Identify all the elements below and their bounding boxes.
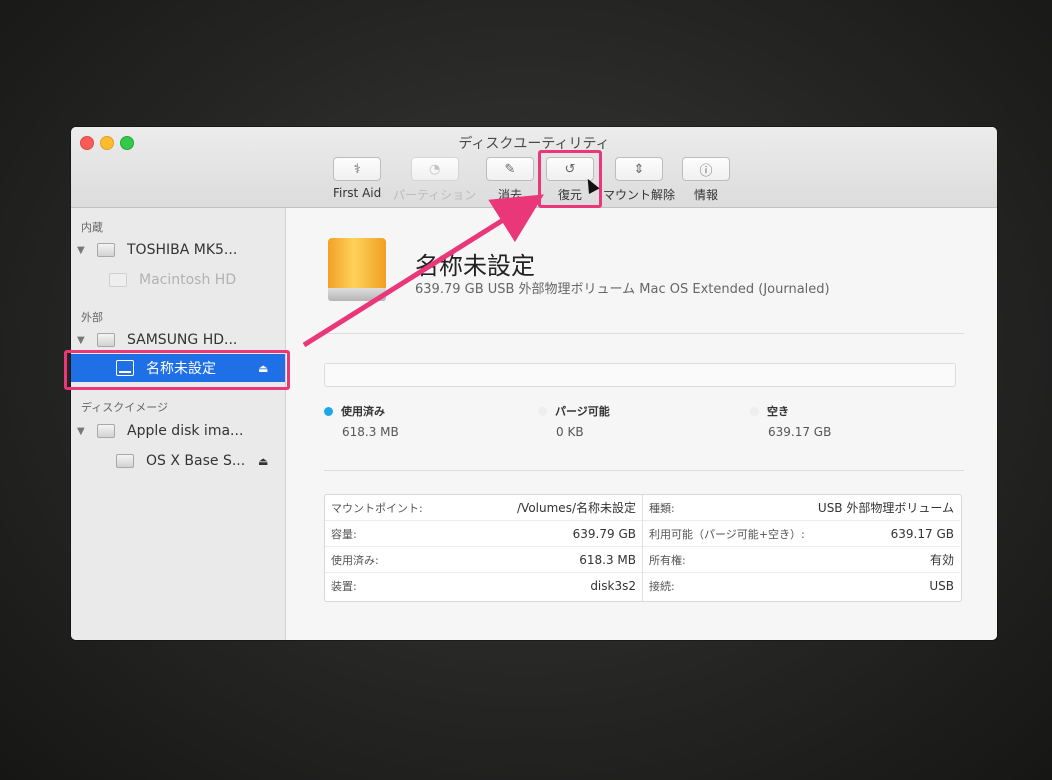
annotation-arrow <box>302 194 544 348</box>
